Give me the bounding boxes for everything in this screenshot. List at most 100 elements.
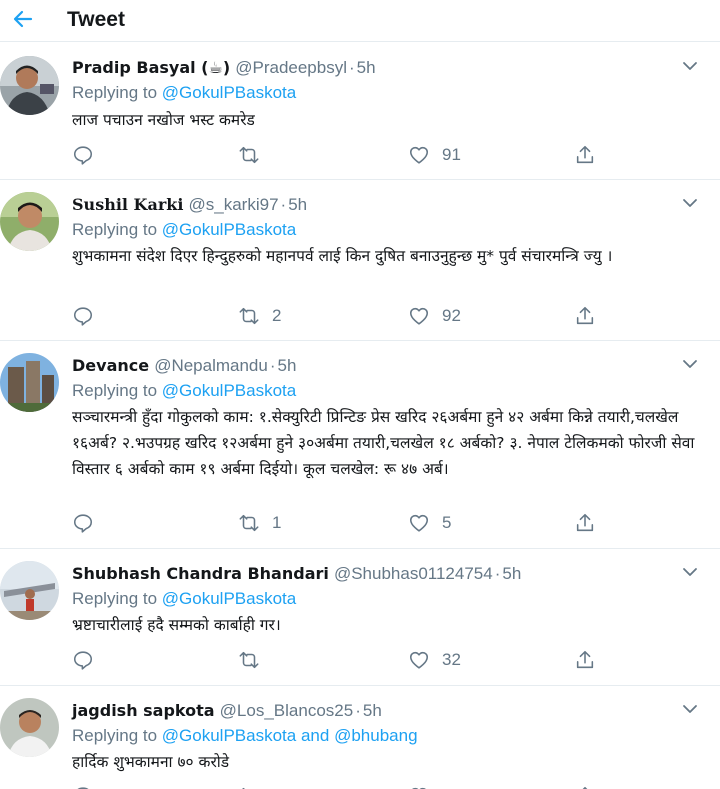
retweet-button[interactable]: 1: [238, 511, 281, 535]
like-count: 5: [442, 513, 452, 532]
heart-icon: [409, 651, 429, 669]
like-button[interactable]: [408, 784, 430, 789]
user-name[interactable]: Devance: [72, 356, 149, 375]
replying-to-line: Replying to @GokulPBaskota: [72, 83, 296, 103]
replying-to-line: Replying to @GokulPBaskota: [72, 589, 296, 609]
like-button[interactable]: 91: [408, 143, 461, 167]
avatar[interactable]: [0, 353, 59, 412]
share-button[interactable]: [574, 511, 596, 535]
replying-to-line: Replying to @GokulPBaskota: [72, 220, 296, 240]
like-count: 92: [442, 306, 461, 325]
tweet-actions: 1 5: [72, 511, 602, 535]
reply-icon: [73, 307, 93, 326]
share-button[interactable]: [574, 648, 596, 672]
like-count: 32: [442, 650, 461, 669]
share-button[interactable]: [574, 304, 596, 328]
user-name[interactable]: Pradip Basyal (☕): [72, 58, 230, 77]
replying-label: Replying to: [72, 726, 158, 745]
replying-and: and: [300, 726, 330, 745]
more-options-button[interactable]: [680, 193, 700, 213]
avatar[interactable]: [0, 561, 59, 620]
timestamp[interactable]: 5h: [363, 701, 382, 720]
tweet-reply[interactable]: Shubhash Chandra Bhandari @Shubhas011247…: [0, 549, 720, 686]
avatar[interactable]: [0, 698, 59, 757]
user-handle[interactable]: @s_karki97: [189, 195, 279, 214]
like-button[interactable]: 92: [408, 304, 461, 328]
mention-link[interactable]: @GokulPBaskota: [162, 381, 296, 400]
tweet-actions: [72, 784, 602, 789]
share-icon: [576, 145, 594, 164]
heart-icon: [411, 787, 427, 789]
more-options-button[interactable]: [680, 562, 700, 582]
retweet-button[interactable]: 2: [238, 304, 281, 328]
heart-icon: [409, 146, 429, 164]
share-button[interactable]: [574, 784, 596, 789]
tweet-text: सञ्चारमन्त्री हुँदा गोकुलको काम: १.सेक्य…: [72, 408, 695, 478]
share-button[interactable]: [574, 143, 596, 167]
replying-label: Replying to: [72, 589, 158, 608]
retweet-button[interactable]: [238, 784, 260, 789]
reply-button[interactable]: [72, 143, 106, 167]
timestamp[interactable]: 5h: [357, 58, 376, 77]
user-name[interactable]: jagdish sapkota: [72, 701, 215, 720]
tweet-text: लाज पचाउन नखोज भस्ट कमरेड: [72, 111, 255, 129]
retweet-button[interactable]: [238, 143, 272, 167]
user-handle[interactable]: @Nepalmandu: [154, 356, 268, 375]
chevron-down-icon: [683, 705, 697, 713]
share-icon: [582, 786, 588, 789]
tweet-reply[interactable]: Devance @Nepalmandu · 5h Replying to @Goku…: [0, 341, 720, 549]
share-icon: [576, 306, 594, 325]
user-handle[interactable]: @Pradeepbsyl: [235, 58, 347, 77]
tweet-reply[interactable]: Pradip Basyal (☕) @Pradeepbsyl · 5h Replyi…: [0, 52, 720, 180]
replying-to-line: Replying to @GokulPBaskota: [72, 381, 296, 401]
tweet-actions: 2 92: [72, 304, 602, 328]
user-handle[interactable]: @Los_Blancos25: [220, 701, 354, 720]
retweet-icon: [239, 514, 259, 532]
tweet-actions: 32: [72, 648, 602, 672]
reply-button[interactable]: [72, 511, 106, 535]
header-bar: Tweet: [0, 0, 720, 42]
retweet-icon: [239, 651, 259, 669]
chevron-down-icon: [683, 360, 697, 368]
reply-button[interactable]: [72, 784, 94, 789]
avatar[interactable]: [0, 192, 59, 251]
avatar[interactable]: [0, 56, 59, 115]
mention-link[interactable]: @GokulPBaskota: [162, 83, 296, 102]
retweet-icon: [239, 146, 259, 164]
tweet-reply[interactable]: jagdish sapkota @Los_Blancos25 · 5h Replyi…: [0, 686, 720, 789]
more-options-button[interactable]: [680, 56, 700, 76]
back-button[interactable]: [6, 4, 40, 34]
separator-dot: ·: [269, 356, 276, 375]
mention-link[interactable]: @GokulPBaskota: [162, 726, 296, 745]
mention-link[interactable]: @GokulPBaskota: [162, 589, 296, 608]
timestamp[interactable]: 5h: [288, 195, 307, 214]
reply-button[interactable]: [72, 648, 106, 672]
reply-icon: [77, 787, 89, 789]
more-options-button[interactable]: [680, 354, 700, 374]
timestamp[interactable]: 5h: [502, 564, 521, 583]
heart-icon: [409, 514, 429, 532]
replying-label: Replying to: [72, 220, 158, 239]
retweet-button[interactable]: [238, 648, 272, 672]
reply-icon: [73, 651, 93, 670]
more-options-button[interactable]: [680, 699, 700, 719]
replying-to-line: Replying to @GokulPBaskota and @bhubang: [72, 726, 418, 746]
arrow-left-icon: [13, 10, 33, 28]
like-button[interactable]: 5: [408, 511, 451, 535]
like-button[interactable]: 32: [408, 648, 461, 672]
mention-link-2[interactable]: @bhubang: [334, 726, 417, 745]
reply-button[interactable]: [72, 304, 106, 328]
separator-dot: ·: [355, 701, 361, 720]
tweet-actions: 91: [72, 143, 602, 167]
user-name[interactable]: Sushil Karki: [72, 195, 183, 214]
user-handle[interactable]: @Shubhas01124754: [334, 564, 493, 583]
mention-link[interactable]: @GokulPBaskota: [162, 220, 296, 239]
separator-dot: ·: [494, 564, 501, 583]
like-count: 91: [442, 145, 461, 164]
retweet-count: 1: [272, 513, 282, 532]
tweet-text: भ्रष्टाचारीलाई हदै सम्मको कार्बाही गर।: [72, 616, 281, 634]
separator-dot: ·: [280, 195, 287, 214]
timestamp[interactable]: 5h: [278, 356, 297, 375]
user-name[interactable]: Shubhash Chandra Bhandari: [72, 564, 329, 583]
tweet-reply[interactable]: Sushil Karki @s_karki97 · 5h Replying to @…: [0, 180, 720, 341]
